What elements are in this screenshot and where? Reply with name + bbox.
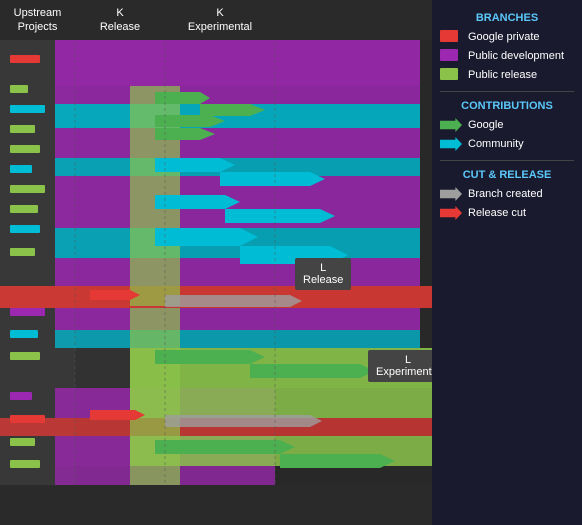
legend-label-public-dev: Public development (468, 50, 564, 62)
legend-item-public-release: Public release (440, 68, 574, 82)
legend-divider-1 (440, 91, 574, 92)
legend-contributions-title: CONTRIBUTIONS (440, 100, 574, 112)
legend-item-public-dev: Public development (440, 49, 574, 63)
legend-label-google: Google (468, 119, 503, 131)
legend-label-community: Community (468, 138, 524, 150)
chart-svg (0, 0, 432, 485)
tooltip-l-experimental: L Experimental (368, 350, 432, 382)
legend-swatch-public-dev (440, 49, 462, 63)
legend-item-google-private: Google private (440, 30, 574, 44)
legend-label-public-release: Public release (468, 69, 537, 81)
legend-item-google: Google (440, 118, 574, 132)
legend-swatch-release-cut (440, 206, 462, 220)
legend-swatch-google (440, 118, 462, 132)
legend-item-branch-created: Branch created (440, 187, 574, 201)
col-header-upstream: Upstream Projects (0, 0, 75, 40)
chart-header: Upstream Projects K Release K Experiment… (0, 0, 432, 40)
legend-label-release-cut: Release cut (468, 207, 526, 219)
legend-swatch-public-release (440, 68, 462, 82)
main-container: Upstream Projects K Release K Experiment… (0, 0, 582, 525)
col-header-k-release: K Release (75, 0, 165, 40)
col-header-k-experimental: K Experimental (165, 0, 275, 40)
legend-swatch-community (440, 137, 462, 151)
legend-panel: BRANCHES Google private Public developme… (432, 0, 582, 525)
legend-item-community: Community (440, 137, 574, 151)
chart-area: Upstream Projects K Release K Experiment… (0, 0, 432, 525)
legend-branches-title: BRANCHES (440, 12, 574, 24)
legend-label-branch-created: Branch created (468, 188, 543, 200)
legend-divider-2 (440, 160, 574, 161)
legend-label-google-private: Google private (468, 31, 540, 43)
legend-item-release-cut: Release cut (440, 206, 574, 220)
legend-swatch-google-private (440, 30, 462, 44)
tooltip-l-release: L Release (295, 258, 351, 290)
legend-swatch-branch-created (440, 187, 462, 201)
legend-cut-release-title: CUT & RELEASE (440, 169, 574, 181)
